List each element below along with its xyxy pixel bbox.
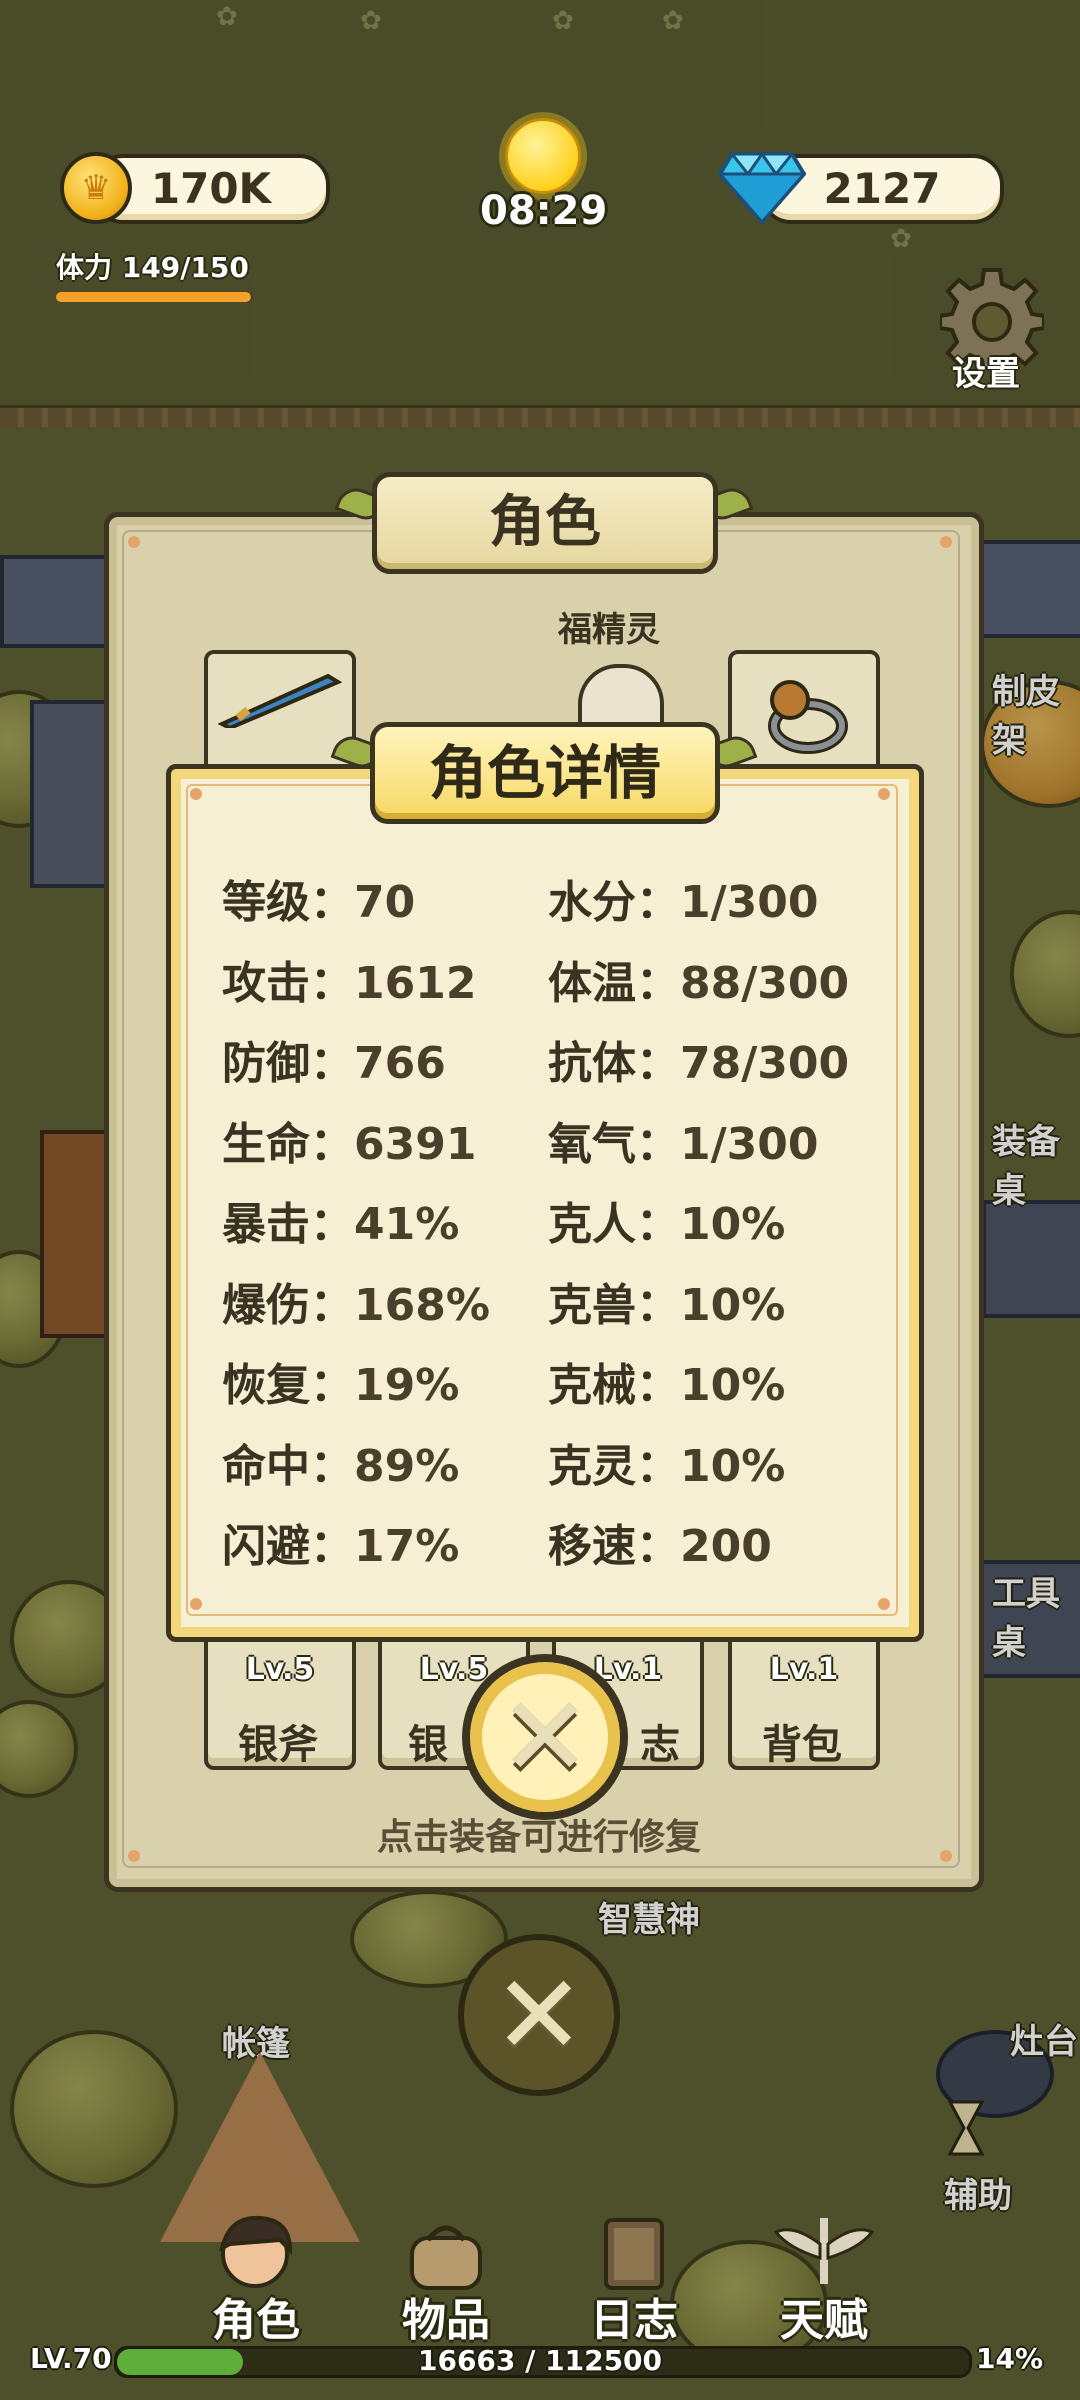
stat-label: 攻击： [222,957,354,1009]
stat-value: 200 [680,1521,772,1572]
stat-row: 恢复：19% [222,1349,459,1413]
stat-label: 等级： [222,877,354,928]
corner-dot [940,536,952,548]
sun-icon [505,118,581,194]
nav-label: 日志 [590,2295,678,2346]
stat-value: 1/300 [680,877,819,928]
stat-label: 生命： [222,1118,354,1170]
stat-value: 168% [354,1279,490,1331]
stat-label: 克械： [548,1360,680,1411]
stat-row: 克兽：10% [548,1269,785,1333]
role-panel-title: 角色 [372,472,718,574]
settings-label: 设置 [952,354,1020,394]
book-icon [596,2216,672,2292]
xp-percent: 14% [976,2342,1044,2375]
nav-items[interactable]: 物品 [386,2210,506,2350]
stat-value: 766 [354,1038,446,1089]
close-detail-button[interactable]: ✕ [462,1654,628,1820]
close-role-button[interactable]: ✕ [458,1934,620,2096]
stat-value: 41% [354,1199,460,1250]
slot-level: Lv.5 [245,1652,315,1687]
stat-value: 19% [354,1360,460,1411]
nav-label: 物品 [402,2295,490,2346]
stat-value: 88/300 [680,957,850,1009]
corner-dot [190,788,202,800]
stamina-value: 149/150 [121,251,249,284]
stat-value: 17% [354,1521,460,1572]
nav-label: 角色 [212,2295,300,2346]
wings-sword-icon [773,2214,875,2294]
stat-row: 生命：6391 [222,1108,476,1172]
stat-row: 爆伤：168% [222,1269,490,1333]
xp-progress: 16663 / 112500 [417,2344,663,2377]
stat-row: 攻击：1612 [222,947,476,1011]
close-icon: ✕ [492,1951,586,2079]
nav-label: 天赋 [780,2295,868,2346]
stat-row: 防御：766 [222,1027,446,1091]
stat-row: 抗体：78/300 [548,1027,849,1091]
slot-name: 背包 [762,1722,842,1768]
stat-row: 体温：88/300 [548,947,849,1011]
stat-value: 70 [354,877,416,928]
corner-dot [128,536,140,548]
slot-level: Lv.1 [769,1652,839,1687]
stat-row: 水分：1/300 [548,866,819,930]
coin-icon: ♛ [60,152,132,224]
stat-value: 10% [680,1360,786,1411]
nav-talent[interactable]: 天赋 [764,2210,884,2350]
bag-icon [402,2216,490,2292]
stat-label: 恢复： [222,1360,354,1411]
stamina-fill [56,292,251,302]
sword-icon [217,668,343,731]
character-icon [210,2210,300,2290]
stat-label: 抗体： [548,1038,680,1089]
stat-label: 克灵： [548,1440,680,1492]
stat-value: 1/300 [680,1118,819,1170]
close-icon: ✕ [498,1673,592,1801]
stat-label: 防御： [222,1038,354,1089]
stat-value: 10% [680,1199,786,1250]
stat-row: 克人：10% [548,1188,785,1252]
detail-title: 角色详情 [370,722,720,824]
stat-label: 氧气： [548,1118,680,1170]
stat-label: 克兽： [548,1279,680,1331]
stat-label: 体温： [548,957,680,1009]
stat-value: 78/300 [680,1038,850,1089]
stat-row: 命中：89% [222,1430,459,1494]
stat-value: 1612 [354,957,477,1009]
stat-label: 命中： [222,1440,354,1492]
stamina-text: 体力 149/150 [56,246,249,286]
stat-value: 6391 [354,1118,477,1170]
diamond-icon [716,150,808,226]
stamina-bar [56,292,252,302]
stat-row: 暴击：41% [222,1188,459,1252]
stat-row: 克灵：10% [548,1430,785,1494]
corner-dot [878,788,890,800]
stat-row: 克械：10% [548,1349,785,1413]
stat-label: 闪避： [222,1521,354,1572]
stat-label: 移速： [548,1521,680,1572]
stat-row: 等级：70 [222,866,415,930]
stat-value: 10% [680,1440,786,1492]
stat-value: 89% [354,1440,460,1492]
stat-label: 水分： [548,877,680,928]
settings-button[interactable]: 设置 [936,266,1048,394]
spirit-label: 福精灵 [558,610,660,650]
slot-name: 银斧 [238,1722,318,1768]
stat-label: 爆伤： [222,1279,354,1331]
stat-row: 移速：200 [548,1510,772,1574]
stat-label: 克人： [548,1199,680,1250]
stat-label: 暴击： [222,1199,354,1250]
clock: 08:29 [480,188,608,234]
player-level: LV.70 [30,2342,112,2375]
stamina-label: 体力 [56,251,113,284]
nav-log[interactable]: 日志 [574,2210,694,2350]
corner-dot [190,1598,202,1610]
stat-value: 10% [680,1279,786,1331]
nav-role[interactable]: 角色 [196,2210,316,2350]
stat-row: 氧气：1/300 [548,1108,819,1172]
stat-row: 闪避：17% [222,1510,459,1574]
corner-dot [878,1598,890,1610]
ring-icon [758,674,848,754]
